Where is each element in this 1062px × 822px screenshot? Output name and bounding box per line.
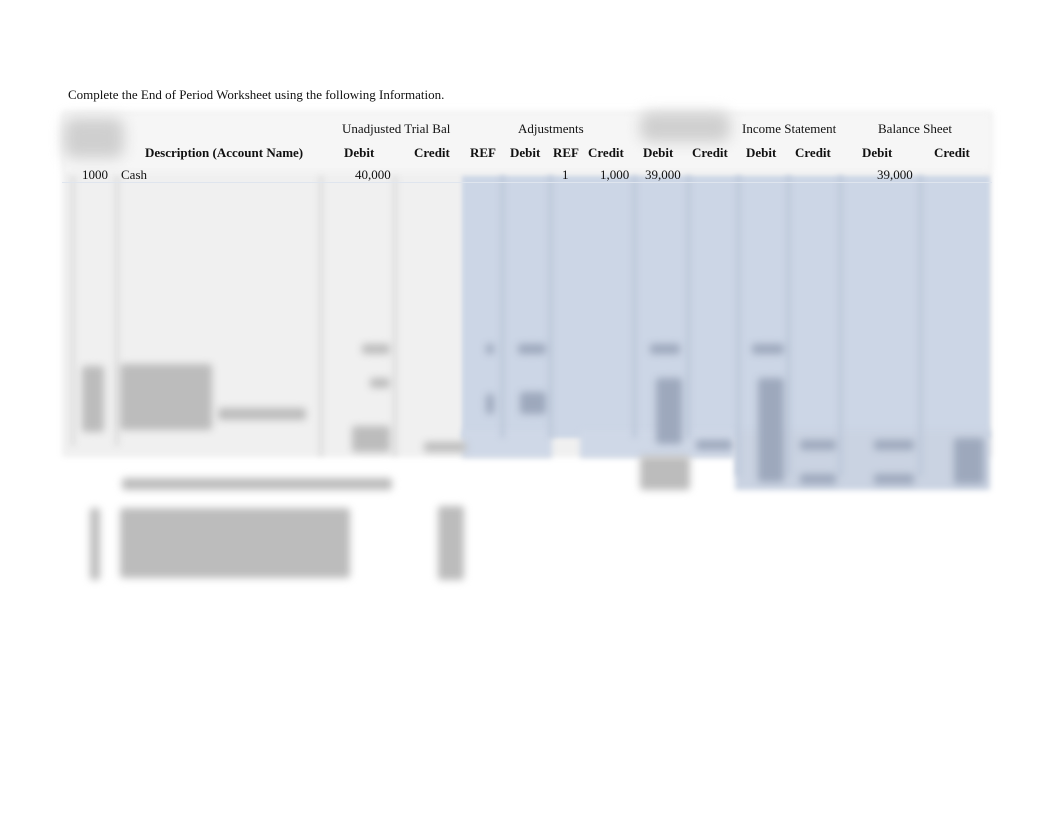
account-number: 1000 bbox=[82, 168, 108, 182]
column-divider bbox=[392, 176, 398, 456]
header-atb-credit: Credit bbox=[692, 145, 728, 160]
utb-debit-value: 40,000 bbox=[355, 168, 391, 182]
column-divider bbox=[70, 176, 76, 446]
blurred-value bbox=[650, 344, 680, 354]
atb-debit-value: 39,000 bbox=[645, 168, 681, 182]
header-utb-debit: Debit bbox=[344, 145, 375, 160]
column-divider bbox=[786, 176, 791, 476]
group-balance-sheet: Balance Sheet bbox=[878, 121, 952, 136]
column-divider bbox=[838, 176, 843, 476]
bs-debit-value: 39,000 bbox=[877, 168, 913, 182]
header-bs-debit: Debit bbox=[862, 145, 893, 160]
header-adj-ref-credit: REF bbox=[553, 145, 579, 160]
blurred-value bbox=[486, 344, 494, 354]
blurred-adjustment-amounts bbox=[438, 506, 464, 580]
blurred-adjusted-tb-header bbox=[640, 112, 730, 142]
blurred-value bbox=[362, 344, 390, 354]
header-atb-debit: Debit bbox=[643, 145, 674, 160]
blurred-account-header bbox=[64, 118, 124, 158]
blurred-note bbox=[122, 478, 392, 490]
header-is-credit: Credit bbox=[795, 145, 831, 160]
blurred-value bbox=[424, 442, 466, 452]
column-divider bbox=[548, 176, 553, 438]
blurred-value bbox=[352, 426, 390, 452]
adj-credit-value: 1,000 bbox=[600, 168, 630, 182]
row-divider bbox=[62, 182, 992, 183]
blurred-value bbox=[640, 456, 690, 490]
blurred-account-numbers bbox=[82, 366, 104, 432]
blurred-value bbox=[486, 394, 494, 414]
group-adjustments: Adjustments bbox=[518, 121, 584, 136]
column-divider bbox=[632, 176, 637, 438]
blurred-value bbox=[800, 440, 836, 450]
header-utb-credit: Credit bbox=[414, 145, 450, 160]
blurred-value bbox=[370, 378, 390, 388]
header-adj-debit: Debit bbox=[510, 145, 541, 160]
blurred-value bbox=[520, 392, 546, 414]
column-divider bbox=[500, 176, 505, 438]
blurred-value bbox=[874, 474, 914, 484]
blurred-value bbox=[758, 378, 784, 482]
adj-ref-credit-value: 1 bbox=[562, 168, 569, 182]
blurred-value bbox=[752, 344, 784, 354]
blurred-adjustment-numbers bbox=[90, 508, 100, 580]
blurred-value bbox=[696, 440, 732, 450]
blurred-account-names bbox=[120, 364, 212, 430]
blurred-value bbox=[874, 440, 914, 450]
header-adj-ref-debit: REF bbox=[470, 145, 496, 160]
group-unadjusted-trial-balance: Unadjusted Trial Bal bbox=[342, 121, 451, 136]
group-income-statement: Income Statement bbox=[742, 121, 837, 136]
account-name: Cash bbox=[121, 168, 147, 182]
blurred-value bbox=[954, 438, 984, 484]
blurred-value bbox=[518, 344, 546, 354]
blurred-adjustment-info bbox=[120, 508, 350, 578]
header-bs-credit: Credit bbox=[934, 145, 970, 160]
blurred-account-name bbox=[218, 408, 306, 420]
blurred-value bbox=[656, 378, 682, 444]
header-is-debit: Debit bbox=[746, 145, 777, 160]
column-divider bbox=[918, 176, 923, 476]
answer-area-adj-debit-total bbox=[462, 430, 552, 458]
worksheet-instruction: Complete the End of Period Worksheet usi… bbox=[68, 87, 445, 102]
column-divider bbox=[736, 176, 741, 476]
column-divider bbox=[686, 176, 691, 438]
header-adj-credit: Credit bbox=[588, 145, 624, 160]
blurred-value bbox=[800, 474, 836, 484]
header-description: Description (Account Name) bbox=[145, 145, 304, 160]
column-divider bbox=[318, 176, 324, 456]
